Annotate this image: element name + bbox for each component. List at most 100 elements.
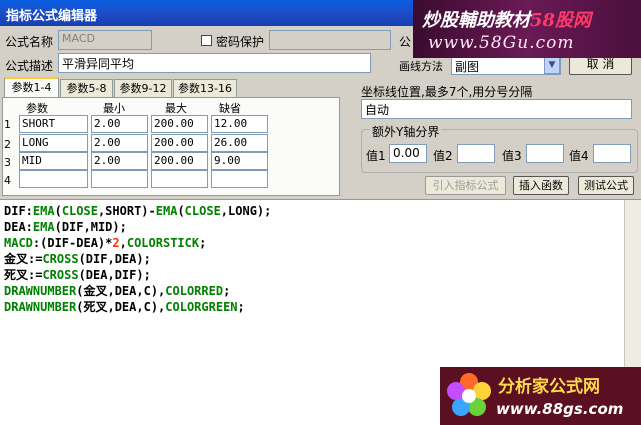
tab-params-9-12[interactable]: 参数9-12 xyxy=(114,79,172,97)
name-label: 公式名称 xyxy=(5,35,54,49)
code-token: ; xyxy=(223,284,231,298)
param-name-3[interactable]: MID xyxy=(19,152,88,170)
code-line: DIF:EMA(CLOSE,SHORT)-EMA(CLOSE,LONG); xyxy=(4,203,271,219)
code-token: ,SHORT)- xyxy=(97,204,156,218)
value2-label: 值2 xyxy=(433,149,453,163)
row-num-1: 1 xyxy=(4,118,11,131)
code-token: :(DIF-DEA)* xyxy=(32,236,113,250)
watermark-top-title: 炒股輔助教材58股网 xyxy=(422,6,591,32)
watermark-bottom-url: www.88gs.com xyxy=(496,400,624,418)
watermark-top-text: 炒股輔助教材 xyxy=(422,10,530,31)
param-header-default: 缺省 xyxy=(219,102,241,115)
code-token: ( xyxy=(177,204,185,218)
param-min-3[interactable]: 2.00 xyxy=(91,152,148,170)
code-token: CROSS xyxy=(42,252,79,266)
param-min-4[interactable] xyxy=(91,170,148,188)
draw-method-label: 画线方法 xyxy=(399,60,443,73)
extra-y-label: 额外Y轴分界 xyxy=(370,123,442,140)
code-token: (DIF,MID); xyxy=(54,220,127,234)
code-token: DIF: xyxy=(4,204,33,218)
param-max-4[interactable] xyxy=(151,170,208,188)
code-token: DRAWNUMBER xyxy=(4,300,77,314)
value2-field[interactable] xyxy=(457,144,495,163)
code-token: (死叉,DEA,C), xyxy=(76,300,166,314)
param-default-3[interactable]: 9.00 xyxy=(211,152,268,170)
window-title: 指标公式编辑器 xyxy=(6,9,98,24)
code-token: COLORSTICK xyxy=(126,236,200,250)
code-line: DEA:EMA(DIF,MID); xyxy=(4,219,127,235)
test-formula-button[interactable]: 测试公式 xyxy=(578,176,634,195)
param-min-1[interactable]: 2.00 xyxy=(91,115,148,133)
row-num-3: 3 xyxy=(4,156,11,169)
param-header-min: 最小 xyxy=(103,102,125,115)
code-token: ( xyxy=(54,204,62,218)
code-token: EMA xyxy=(32,204,55,218)
param-header-name: 参数 xyxy=(26,102,48,115)
password-label: 密码保护 xyxy=(216,35,265,49)
code-token: DRAWNUMBER xyxy=(4,284,77,298)
code-token: CROSS xyxy=(42,268,79,282)
code-token: COLORRED xyxy=(165,284,224,298)
param-default-1[interactable]: 12.00 xyxy=(211,115,268,133)
tab-params-5-8[interactable]: 参数5-8 xyxy=(60,79,113,97)
code-token: MACD xyxy=(4,236,33,250)
param-name-2[interactable]: LONG xyxy=(19,134,88,152)
tab-params-1-4[interactable]: 参数1-4 xyxy=(4,77,59,98)
import-formula-button[interactable]: 引入指标公式 xyxy=(425,176,506,195)
axis-position-label: 坐标线位置,最多7个,用分号分隔 xyxy=(361,85,533,99)
code-token: CLOSE xyxy=(61,204,98,218)
param-default-4[interactable] xyxy=(211,170,268,188)
code-line: 死叉:=CROSS(DEA,DIF); xyxy=(4,267,151,283)
password-field[interactable] xyxy=(269,30,391,50)
code-token: EMA xyxy=(32,220,55,234)
tab-params-13-16[interactable]: 参数13-16 xyxy=(173,79,237,97)
watermark-top-brand: 58股网 xyxy=(530,10,592,31)
param-max-3[interactable]: 200.00 xyxy=(151,152,208,170)
chevron-down-icon[interactable]: ▼ xyxy=(544,57,560,74)
code-line: 金叉:=CROSS(DIF,DEA); xyxy=(4,251,151,267)
value3-field[interactable] xyxy=(526,144,564,163)
param-min-2[interactable]: 2.00 xyxy=(91,134,148,152)
partial-label: 公 xyxy=(399,35,412,49)
code-token: ; xyxy=(237,300,245,314)
code-line: DRAWNUMBER(金叉,DEA,C),COLORRED; xyxy=(4,283,230,299)
formula-desc-field[interactable]: 平滑异同平均 xyxy=(58,53,371,73)
code-token: 金叉:= xyxy=(4,252,43,266)
password-checkbox[interactable] xyxy=(201,35,212,46)
param-header-max: 最大 xyxy=(165,102,187,115)
code-token: COLORGREEN xyxy=(165,300,238,314)
code-token: , xyxy=(119,236,127,250)
param-max-1[interactable]: 200.00 xyxy=(151,115,208,133)
value1-label: 值1 xyxy=(366,149,386,163)
code-token: ; xyxy=(199,236,207,250)
code-token: CLOSE xyxy=(184,204,221,218)
insert-function-button[interactable]: 插入函数 xyxy=(513,176,569,195)
axis-position-field[interactable]: 自动 xyxy=(361,99,632,119)
code-token: EMA xyxy=(155,204,178,218)
code-line: MACD:(DIF-DEA)*2,COLORSTICK; xyxy=(4,235,206,251)
code-token: (DIF,DEA); xyxy=(78,252,151,266)
desc-label: 公式描述 xyxy=(5,59,54,73)
code-token: ,LONG); xyxy=(220,204,272,218)
code-token: (金叉,DEA,C), xyxy=(76,284,166,298)
code-token: (DEA,DIF); xyxy=(78,268,151,282)
value4-field[interactable] xyxy=(593,144,631,163)
code-token: 2 xyxy=(112,236,120,250)
value3-label: 值3 xyxy=(502,149,522,163)
watermark-bottom-name: 分析家公式网 xyxy=(498,377,600,397)
watermark-top-url: www.58Gu.com xyxy=(428,33,575,53)
row-num-4: 4 xyxy=(4,174,11,187)
code-line: DRAWNUMBER(死叉,DEA,C),COLORGREEN; xyxy=(4,299,245,315)
code-token: DEA: xyxy=(4,220,33,234)
formula-name-field[interactable]: MACD xyxy=(58,30,152,50)
param-default-2[interactable]: 26.00 xyxy=(211,134,268,152)
row-num-2: 2 xyxy=(4,138,11,151)
param-max-2[interactable]: 200.00 xyxy=(151,134,208,152)
param-name-1[interactable]: SHORT xyxy=(19,115,88,133)
value4-label: 值4 xyxy=(569,149,589,163)
flower-logo-icon xyxy=(447,373,491,416)
code-token: 死叉:= xyxy=(4,268,43,282)
value1-field[interactable]: 0.00 xyxy=(389,144,427,163)
param-name-4[interactable] xyxy=(19,170,88,188)
draw-method-value: 副图 xyxy=(455,60,480,74)
